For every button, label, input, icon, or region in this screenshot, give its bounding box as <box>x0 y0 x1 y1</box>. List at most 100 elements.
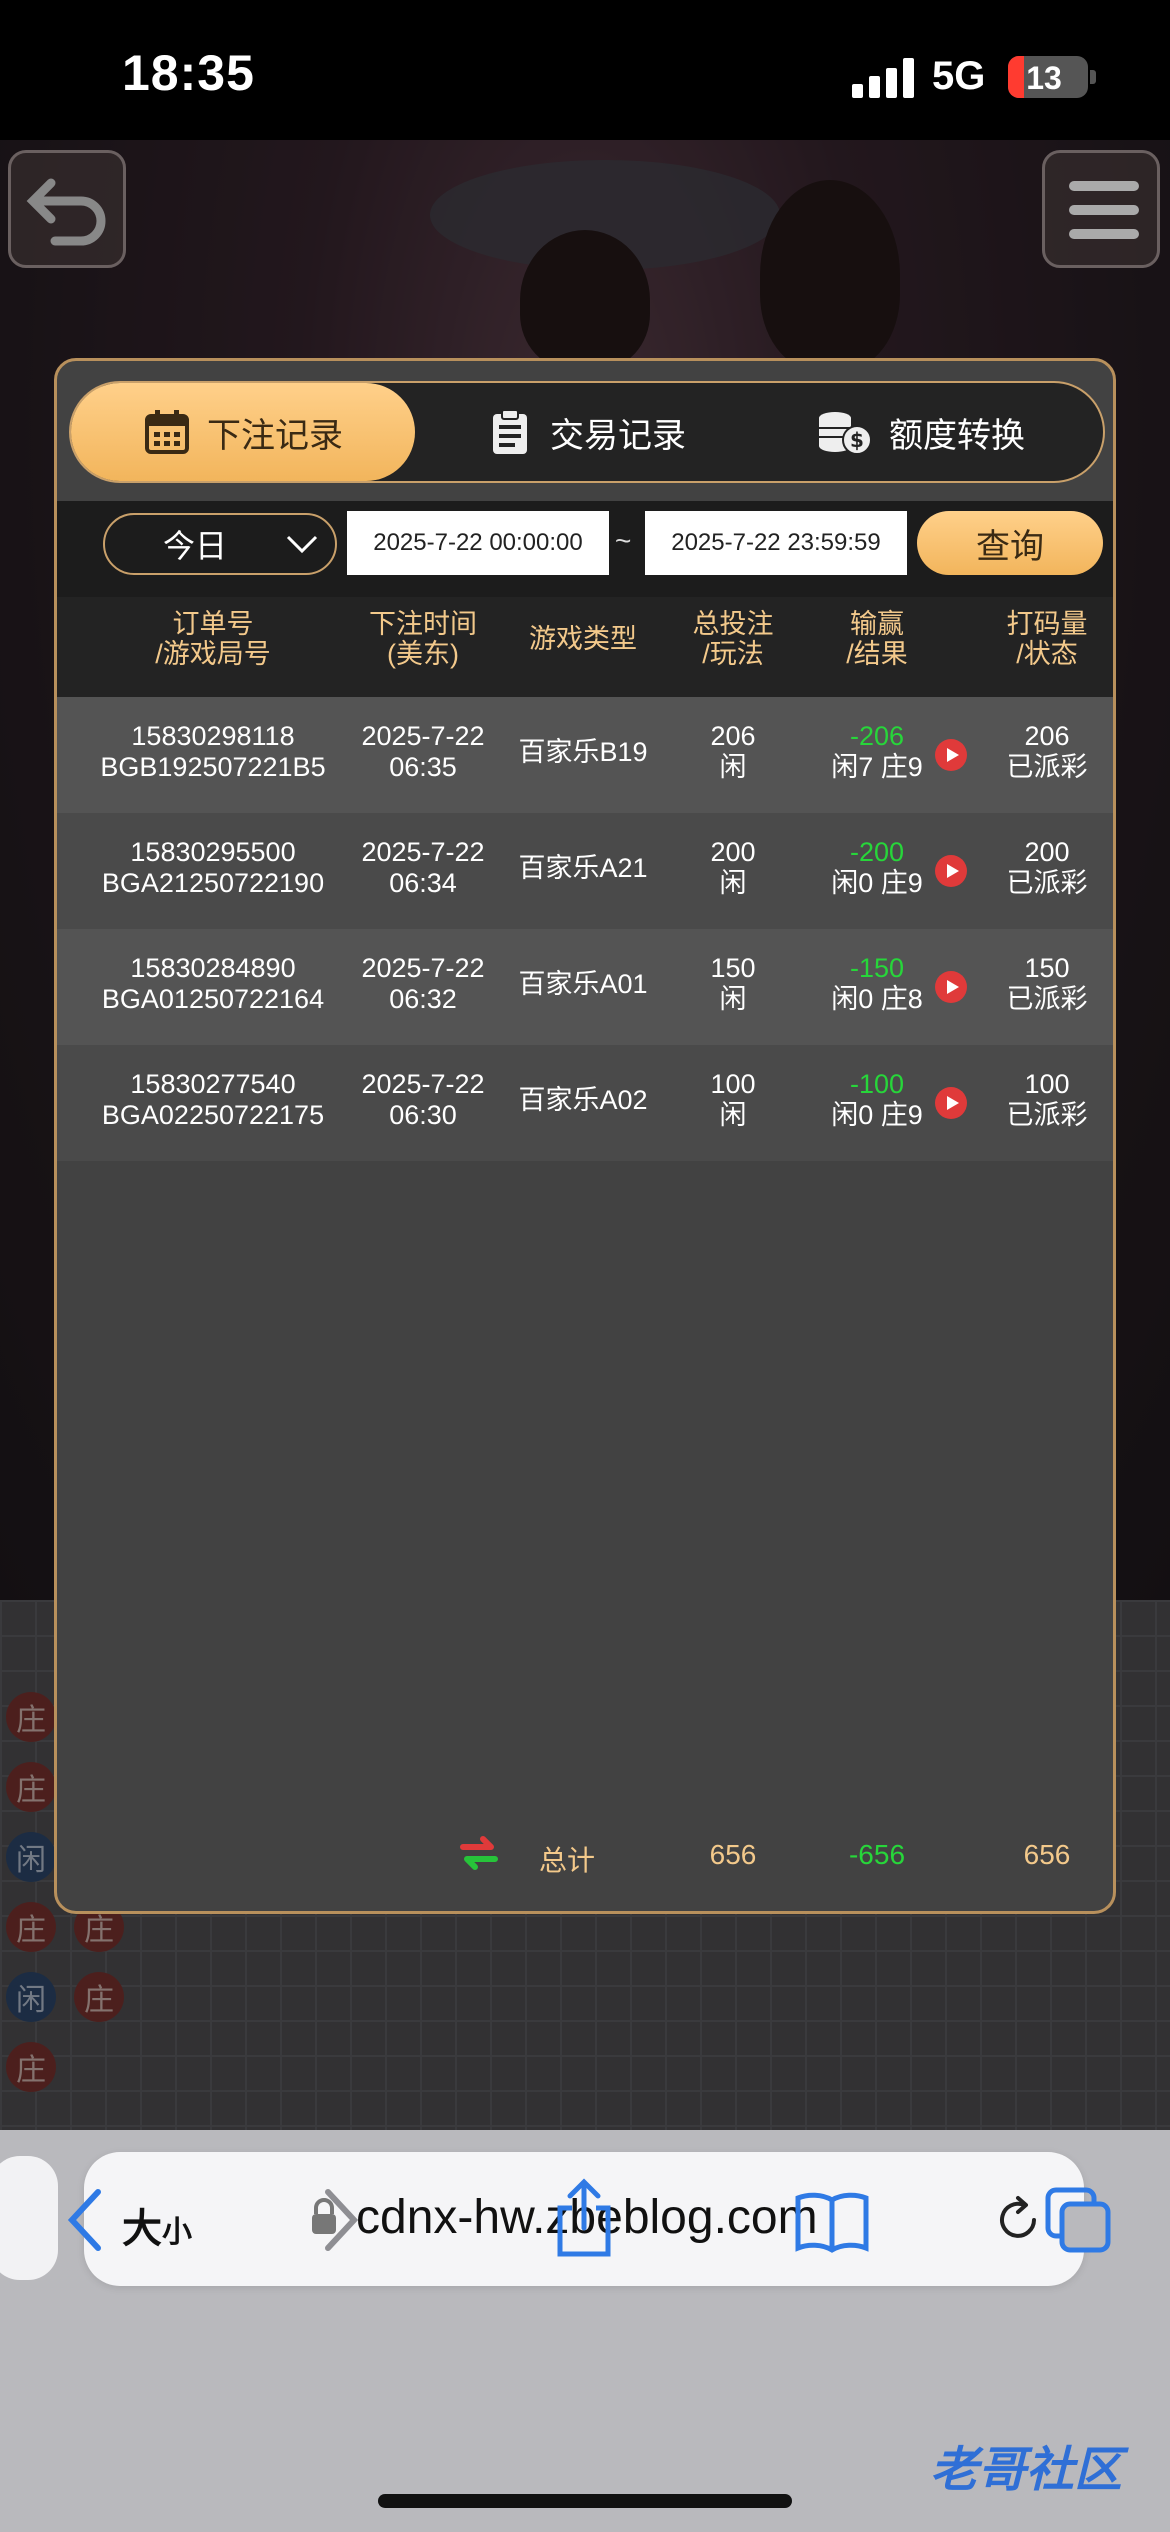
cell-round: BGB192507221B5 <box>100 752 326 782</box>
query-button[interactable]: 查询 <box>917 511 1103 575</box>
cell-status: 已派彩 <box>1006 984 1088 1014</box>
book-icon <box>795 2192 869 2253</box>
tab-bet-records[interactable]: 下注记录 <box>71 383 415 481</box>
cell-win: -206 <box>849 721 905 751</box>
total-valid: 656 <box>1023 1839 1071 1870</box>
table-cell: 15830284890 BGA01250722164 <box>73 953 353 1015</box>
status-bar: 18:35 5G 13 <box>0 0 1170 140</box>
cell-game: 百家乐A01 <box>518 969 648 999</box>
period-value: 今日 <box>162 528 227 564</box>
status-time: 18:35 <box>122 45 255 101</box>
tabs-icon <box>1045 2187 1111 2253</box>
cell-time: 06:34 <box>389 868 457 898</box>
period-select[interactable]: 今日 <box>103 513 337 575</box>
cell-order: 15830298118 <box>131 721 295 751</box>
end-date-input[interactable]: 2025-7-22 23:59:59 <box>645 511 907 575</box>
calendar-icon <box>145 410 189 454</box>
watermark-logo: 老哥社区 <box>930 2444 1123 2497</box>
battery-level: 13 <box>1026 60 1062 96</box>
cell-valid: 200 <box>1024 837 1070 867</box>
total-label: 总计 <box>538 1845 595 1876</box>
cell-date: 2025-7-22 <box>361 837 485 867</box>
cell-win: -150 <box>849 953 905 983</box>
cell-date: 2025-7-22 <box>361 953 485 983</box>
column-header: 输赢/结果 <box>846 609 908 669</box>
menu-button[interactable] <box>1042 150 1160 268</box>
table-cell: 2025-7-22 06:30 <box>343 1069 503 1131</box>
table-row[interactable]: 15830284890 BGA01250722164 2025-7-22 06:32 百… <box>57 929 1113 1045</box>
table-cell: 百家乐A21 <box>503 853 663 884</box>
date-separator: ~ <box>615 525 632 556</box>
cell-bet: 100 <box>710 1069 756 1099</box>
column-header: 下注时间 (美东) <box>369 609 477 669</box>
cell-result: 闲0 庄9 <box>831 1100 923 1130</box>
previous-tab-peek[interactable] <box>0 2156 58 2280</box>
table-cell: 百家乐B19 <box>503 737 663 768</box>
cell-valid: 100 <box>1024 1069 1070 1099</box>
play-replay-icon[interactable] <box>935 739 967 771</box>
back-button[interactable] <box>8 150 126 268</box>
play-replay-icon[interactable] <box>935 1087 967 1119</box>
cell-play: 闲 <box>719 752 747 782</box>
tab-label: 下注记录 <box>207 416 343 455</box>
tab-label: 额度转换 <box>889 416 1025 455</box>
table-row[interactable]: 15830277540 BGA02250722175 2025-7-22 06:30 百… <box>57 1045 1113 1161</box>
table-cell: 206 闲 <box>663 721 803 783</box>
cell-result: 闲7 庄9 <box>831 752 923 782</box>
chevron-left-icon <box>67 2189 101 2251</box>
cell-time: 06:30 <box>389 1100 457 1130</box>
table-cell: 150 闲 <box>663 953 803 1015</box>
back-nav-button[interactable] <box>64 2188 108 2252</box>
start-date-input[interactable]: 2025-7-22 00:00:00 <box>347 511 609 575</box>
total-bet: 656 <box>709 1839 757 1870</box>
chevron-down-icon <box>286 535 318 554</box>
undo-icon <box>26 178 106 246</box>
cell-bet: 206 <box>710 721 756 751</box>
table-row[interactable]: 15830298118 BGB192507221B5 2025-7-22 06:35 百… <box>57 697 1113 813</box>
cell-play: 闲 <box>719 868 747 898</box>
table-cell: 2025-7-22 06:34 <box>343 837 503 899</box>
cell-game: 百家乐A02 <box>518 1085 648 1115</box>
cell-win: -200 <box>849 837 905 867</box>
battery-icon: 13 <box>1008 56 1088 98</box>
cell-status: 已派彩 <box>1006 868 1088 898</box>
records-dialog: 下注记录 交易记录 $ 额度转换 今日 2025-7-22 00:00:00 ~… <box>54 358 1116 1914</box>
tab-transaction-records[interactable]: 交易记录 <box>461 383 711 481</box>
table-cell: 2025-7-22 06:32 <box>343 953 503 1015</box>
home-indicator <box>378 2494 792 2508</box>
chevron-right-icon <box>325 2189 359 2251</box>
cell-order: 15830284890 <box>130 953 296 983</box>
cell-order: 15830277540 <box>130 1069 296 1099</box>
forward-nav-button[interactable] <box>318 2188 362 2252</box>
play-replay-icon[interactable] <box>935 855 967 887</box>
text-size-button[interactable]: 大小 <box>122 2196 192 2254</box>
clipboard-icon <box>493 409 527 454</box>
tabs-button[interactable] <box>1044 2186 1114 2256</box>
cell-game: 百家乐B19 <box>518 737 648 767</box>
cell-status: 已派彩 <box>1006 1100 1088 1130</box>
cell-status: 已派彩 <box>1006 752 1088 782</box>
table-cell: 200 闲 <box>663 837 803 899</box>
table-cell: 100 闲 <box>663 1069 803 1131</box>
tab-bar: 下注记录 交易记录 $ 额度转换 <box>69 381 1105 483</box>
tab-credit-transfer[interactable]: $ 额度转换 <box>791 383 1051 481</box>
reload-icon[interactable] <box>990 2192 1046 2248</box>
share-button[interactable] <box>552 2178 616 2258</box>
column-header: 游戏类型 <box>529 624 637 654</box>
filter-bar: 今日 2025-7-22 00:00:00 ~ 2025-7-22 23:59:… <box>57 501 1113 597</box>
table-cell: 15830277540 BGA02250722175 <box>73 1069 353 1131</box>
cell-valid: 150 <box>1024 953 1070 983</box>
svg-text:$: $ <box>850 428 864 452</box>
play-replay-icon[interactable] <box>935 971 967 1003</box>
table-header: 订单号/游戏局号 下注时间 (美东) 游戏类型 总投注/玩法 输赢/结果 打码量 /… <box>57 597 1113 697</box>
table-cell: -100 闲0 庄9 <box>803 1069 951 1131</box>
cell-result: 闲0 庄8 <box>831 984 923 1014</box>
column-header: 打码量/状态 <box>1006 609 1088 669</box>
table-cell: -206 闲7 庄9 <box>803 721 951 783</box>
bookmarks-button[interactable] <box>794 2190 870 2254</box>
cell-play: 闲 <box>719 984 747 1014</box>
table-row[interactable]: 15830295500 BGA21250722190 2025-7-22 06:34 百… <box>57 813 1113 929</box>
cell-game: 百家乐A21 <box>518 853 648 883</box>
swap-icon[interactable] <box>457 1831 501 1875</box>
coins-icon: $ <box>819 412 872 455</box>
